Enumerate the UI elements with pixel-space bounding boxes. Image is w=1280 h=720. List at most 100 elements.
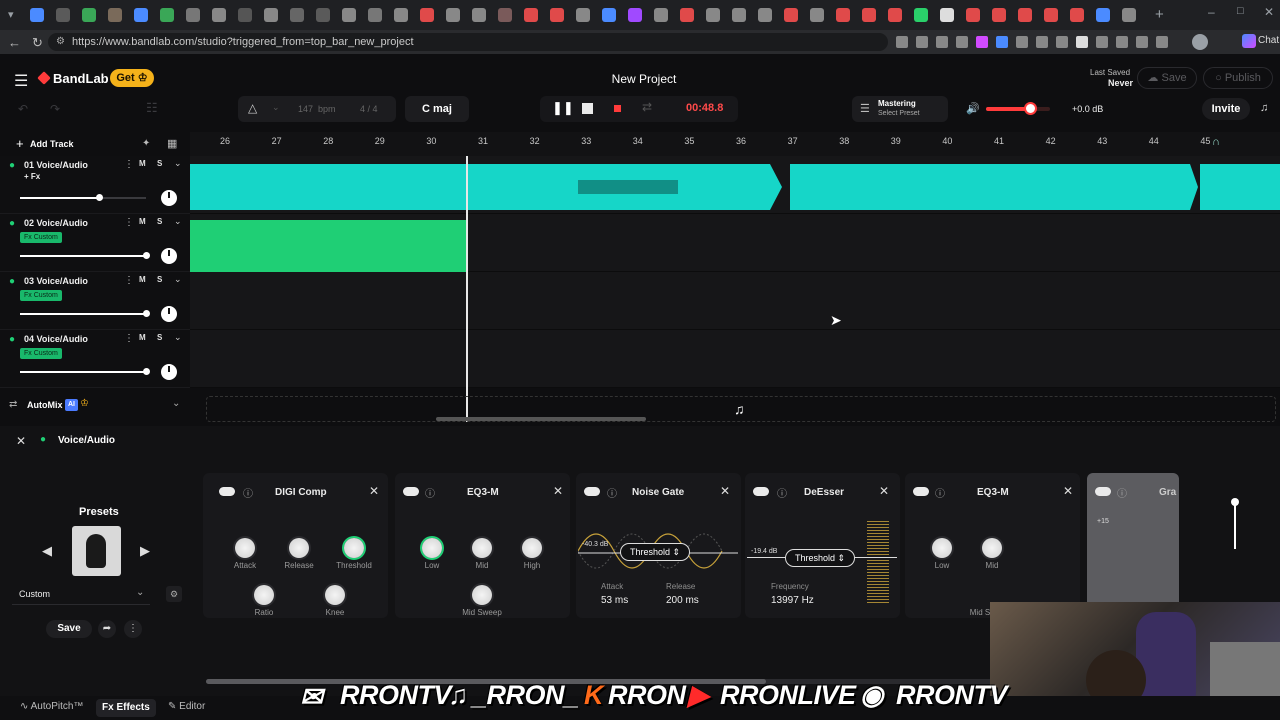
track-menu-icon[interactable]: ⋮	[124, 159, 134, 170]
track-2-audio-clip[interactable]	[190, 220, 466, 272]
browser-extension-icon[interactable]	[896, 36, 908, 48]
browser-tab[interactable]	[758, 8, 772, 22]
record-icon[interactable]	[614, 105, 621, 112]
browser-extension-icon[interactable]	[1156, 36, 1168, 48]
eq3m-mid-sweep-knob[interactable]	[472, 585, 492, 605]
back-icon[interactable]: ←	[8, 35, 21, 50]
noise-gate-close-icon[interactable]: ✕	[720, 484, 730, 498]
mastering-button[interactable]: ☰ Mastering Select Preset	[852, 96, 948, 122]
browser-tab[interactable]	[576, 8, 590, 22]
browser-tab[interactable]	[810, 8, 824, 22]
eq3m-2-mid-knob[interactable]	[982, 538, 1002, 558]
reload-icon[interactable]: ↻	[32, 35, 43, 51]
project-title[interactable]: New Project	[580, 72, 708, 86]
site-info-icon[interactable]: ⚙	[56, 33, 65, 51]
track-header[interactable]: ● 01 Voice/Audio ⋮ M S ⌄ + Fx	[0, 156, 190, 214]
save-button[interactable]: ☁ Save	[1137, 67, 1197, 89]
browser-tab[interactable]	[966, 8, 980, 22]
browser-tab[interactable]	[186, 8, 200, 22]
eq3m-low-knob[interactable]	[422, 538, 442, 558]
eq3m-2-info-icon[interactable]: ⓘ	[935, 485, 945, 500]
track-volume-slider[interactable]	[20, 310, 150, 317]
track-menu-icon[interactable]: ⋮	[124, 217, 134, 228]
browser-tab[interactable]	[342, 8, 356, 22]
track-name[interactable]: 03 Voice/Audio	[24, 276, 88, 286]
share-preset-icon[interactable]: ➦	[98, 620, 116, 638]
browser-tab[interactable]	[446, 8, 460, 22]
chat-label[interactable]: Chat	[1258, 35, 1279, 46]
browser-tab[interactable]	[888, 8, 902, 22]
add-loop-icon[interactable]: ♫	[734, 401, 745, 417]
browser-tab[interactable]	[992, 8, 1006, 22]
playhead-line[interactable]	[466, 156, 468, 422]
save-preset-button[interactable]: Save	[46, 620, 92, 638]
profile-avatar[interactable]	[1192, 34, 1208, 50]
add-track-button[interactable]: Add Track	[30, 139, 74, 149]
drop-zone[interactable]: ♫	[206, 396, 1276, 422]
browser-tab[interactable]	[836, 8, 850, 22]
close-window-icon[interactable]: ✕	[1264, 5, 1274, 19]
preset-prev-icon[interactable]: ◀	[42, 543, 52, 559]
deesser-frequency-value[interactable]: 13997 Hz	[771, 595, 814, 606]
track-pan-knob[interactable]	[161, 190, 177, 206]
digi-comp-threshold-knob[interactable]	[344, 538, 364, 558]
browser-tab[interactable]	[160, 8, 174, 22]
partial-toggle[interactable]	[1095, 487, 1111, 496]
eq3m-toggle[interactable]	[403, 487, 419, 496]
track-fx-badge[interactable]: Fx Custom	[20, 290, 62, 301]
editor-tab[interactable]: ✎ Editor	[168, 701, 205, 712]
autopitch-tab[interactable]: ∿ AutoPitch™	[20, 701, 83, 712]
noise-gate-info-icon[interactable]: ⓘ	[607, 485, 617, 500]
browser-tab[interactable]	[394, 8, 408, 22]
track-name[interactable]: 04 Voice/Audio	[24, 334, 88, 344]
more-options-icon[interactable]: ⋮	[124, 620, 142, 638]
bpm-value[interactable]: 147	[298, 104, 313, 114]
browser-tab[interactable]	[316, 8, 330, 22]
digi-comp-ratio-knob[interactable]	[254, 585, 274, 605]
preset-next-icon[interactable]: ▶	[140, 543, 150, 559]
track-collapse-chevron-icon[interactable]: ⌄	[174, 158, 182, 169]
url-field[interactable]: ⚙ https://www.bandlab.com/studio?trigger…	[48, 33, 888, 51]
browser-tab[interactable]	[784, 8, 798, 22]
browser-extension-icon[interactable]	[1016, 36, 1028, 48]
browser-tab[interactable]	[732, 8, 746, 22]
track-header[interactable]: ● 03 Voice/Audio ⋮ M S ⌄ Fx Custom	[0, 272, 190, 330]
publish-button[interactable]: ○ Publish	[1203, 67, 1273, 89]
invite-button[interactable]: Invite	[1202, 98, 1250, 120]
browser-tab[interactable]	[264, 8, 278, 22]
track-volume-slider[interactable]	[20, 252, 150, 259]
loop-icon[interactable]: ⇄	[642, 100, 652, 114]
track-header[interactable]: ● 04 Voice/Audio ⋮ M S ⌄ Fx Custom	[0, 330, 190, 388]
browser-tab[interactable]	[628, 8, 642, 22]
mixer-icon[interactable]: ☷	[146, 100, 158, 116]
track-collapse-chevron-icon[interactable]: ⌄	[174, 274, 182, 285]
browser-tab[interactable]	[862, 8, 876, 22]
close-panel-icon[interactable]: ✕	[16, 434, 26, 448]
browser-tab[interactable]	[914, 8, 928, 22]
browser-tab[interactable]	[602, 8, 616, 22]
deesser-toggle[interactable]	[753, 487, 769, 496]
time-signature[interactable]: 4 / 4	[360, 104, 378, 114]
track-pan-knob[interactable]	[161, 306, 177, 322]
browser-tab[interactable]	[368, 8, 382, 22]
noise-gate-attack-value[interactable]: 53 ms	[601, 595, 628, 606]
notification-bell-icon[interactable]: ♫	[1260, 102, 1268, 114]
browser-tab[interactable]	[290, 8, 304, 22]
eq3m-2-close-icon[interactable]: ✕	[1063, 484, 1073, 498]
browser-extension-icon[interactable]	[1036, 36, 1048, 48]
track-name[interactable]: 01 Voice/Audio	[24, 160, 88, 170]
eq3m-info-icon[interactable]: ⓘ	[425, 485, 435, 500]
browser-tab[interactable]	[1018, 8, 1032, 22]
browser-tab[interactable]	[940, 8, 954, 22]
track-lane-2[interactable]	[190, 214, 1280, 272]
redo-icon[interactable]: ↷	[50, 102, 60, 116]
digi-comp-toggle[interactable]	[219, 487, 235, 496]
browser-tab[interactable]	[238, 8, 252, 22]
track-header[interactable]: ● 02 Voice/Audio ⋮ M S ⌄ Fx Custom	[0, 214, 190, 272]
solo-button[interactable]: S	[157, 333, 162, 342]
eq3m-close-icon[interactable]: ✕	[553, 484, 563, 498]
track-add-fx-label[interactable]: + Fx	[24, 172, 40, 181]
copilot-icon[interactable]	[1242, 34, 1256, 48]
effects-tab[interactable]: Fx Effects	[96, 699, 156, 717]
browser-tab[interactable]	[680, 8, 694, 22]
